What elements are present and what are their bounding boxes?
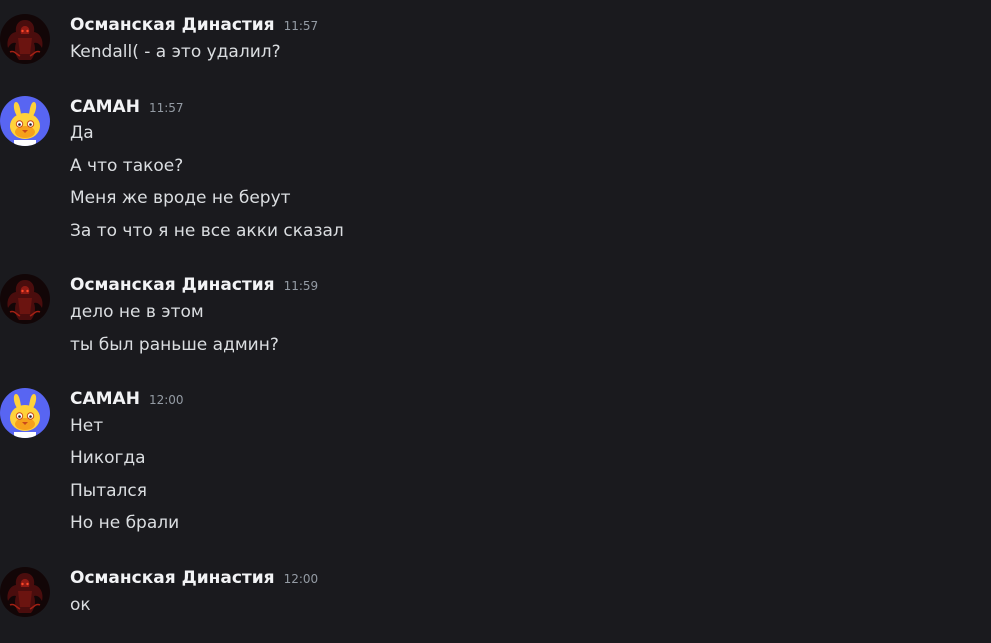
- yellow-bunny-avatar-icon[interactable]: [0, 96, 50, 146]
- message-timestamp[interactable]: 11:59: [284, 279, 319, 293]
- message-text: Пытался: [70, 481, 147, 501]
- author-name[interactable]: Османская Династия: [70, 568, 275, 588]
- message-text: Нет: [70, 416, 104, 436]
- message-text: Меня же вроде не берут: [70, 188, 291, 208]
- message-header: Османская Династия 12:00: [70, 567, 318, 589]
- yellow-bunny-avatar-icon[interactable]: [0, 388, 50, 438]
- message-text: Kendall( - а это удалил?: [70, 42, 281, 62]
- message-header: Османская Династия 11:59: [70, 274, 318, 296]
- message-timestamp[interactable]: 12:00: [284, 572, 319, 586]
- message-header: Османская Династия 11:57: [70, 14, 318, 36]
- author-name[interactable]: САМАН: [70, 97, 140, 117]
- message-header: САМАН 11:57: [70, 96, 184, 118]
- message-timestamp[interactable]: 11:57: [149, 101, 184, 115]
- message-text: дело не в этом: [70, 302, 204, 322]
- dark-red-figure-avatar-icon[interactable]: [0, 567, 50, 617]
- message-text: ты был раньше админ?: [70, 335, 279, 355]
- message-text: За то что я не все акки сказал: [70, 221, 344, 241]
- message-text: Да: [70, 123, 94, 143]
- author-name[interactable]: САМАН: [70, 389, 140, 409]
- message-timestamp[interactable]: 12:00: [149, 393, 184, 407]
- author-name[interactable]: Османская Династия: [70, 275, 275, 295]
- dark-red-figure-avatar-icon[interactable]: [0, 274, 50, 324]
- dark-red-figure-avatar-icon[interactable]: [0, 14, 50, 64]
- message-timestamp[interactable]: 11:57: [284, 19, 319, 33]
- message-text: Никогда: [70, 448, 146, 468]
- chat-message-list: Османская Династия 11:57 Kendall( - а это…: [0, 0, 991, 643]
- message-header: САМАН 12:00: [70, 388, 184, 410]
- message-text: Но не брали: [70, 513, 180, 533]
- author-name[interactable]: Османская Династия: [70, 15, 275, 35]
- message-text: А что такое?: [70, 156, 184, 176]
- message-text: ок: [70, 595, 91, 615]
